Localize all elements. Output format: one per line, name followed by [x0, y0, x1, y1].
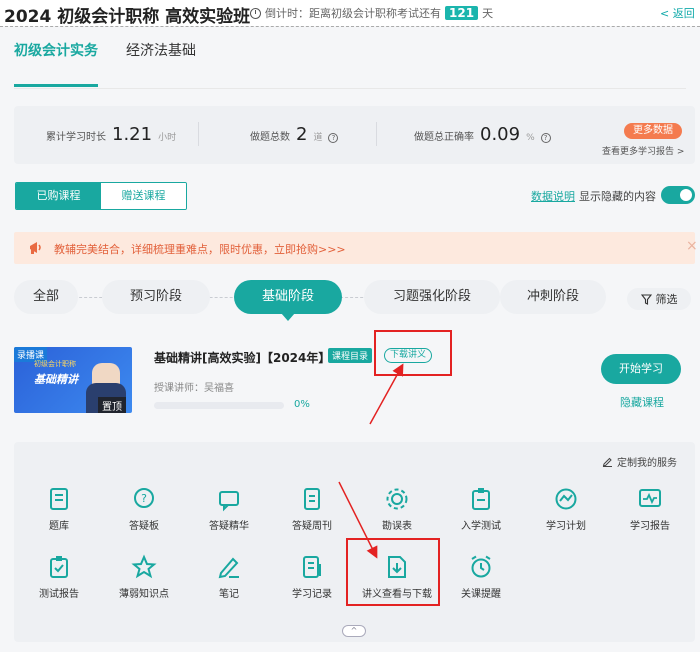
notes-icon — [218, 557, 239, 579]
clock-icon — [250, 7, 261, 19]
megaphone-icon — [30, 242, 41, 254]
edit-icon — [602, 457, 612, 467]
promo-text: 教辅完美结合，详细梳理重难点，限时优惠，立即抢购>>> — [54, 243, 346, 256]
lecturer-info: 授课讲师：吴福喜 — [154, 383, 234, 394]
hide-course-link[interactable]: 隐藏课程 — [620, 394, 664, 410]
tab-economic-law[interactable]: 经济法基础 — [126, 38, 196, 86]
more-reports-link[interactable]: 查看更多学习报告 > — [602, 144, 684, 157]
stage-sprint[interactable]: 冲刺阶段 — [500, 280, 606, 314]
course-reminder-icon — [471, 555, 491, 578]
countdown-days: 121 — [445, 6, 479, 20]
service-question-bank[interactable]: 题库 — [17, 486, 101, 536]
stage-basic[interactable]: 基础阶段 — [234, 280, 342, 321]
help-icon[interactable]: ? — [540, 133, 551, 143]
filter-button[interactable]: 筛选 — [627, 288, 691, 310]
service-course-reminder[interactable]: 关课提醒 — [439, 554, 523, 604]
errata-icon — [386, 488, 408, 510]
question-bank-icon — [50, 488, 68, 510]
stat-study-time: 累计学习时长 1.21 小时 — [46, 124, 177, 145]
stat-divider — [376, 122, 377, 146]
stage-exercise[interactable]: 习题强化阶段 — [364, 280, 500, 314]
progress-percent: 0% — [294, 399, 310, 410]
course-type-toggle: 已购课程 赠送课程 — [15, 182, 187, 210]
annotation-highlight-box — [374, 330, 452, 376]
exam-countdown: 倒计时：距离初级会计职称考试还有 121 天 — [250, 5, 493, 21]
promo-banner[interactable]: 教辅完美结合，详细梳理重难点，限时优惠，立即抢购>>> × — [14, 232, 698, 264]
service-errata[interactable]: 勘误表 — [355, 486, 439, 536]
page-title: 2024 初级会计职称 高效实验班 — [4, 7, 251, 27]
start-learning-button[interactable]: 开始学习 — [601, 354, 681, 384]
countdown-unit: 天 — [482, 7, 494, 20]
test-report-icon — [50, 556, 68, 578]
qa-weekly-icon — [304, 488, 320, 510]
service-study-plan[interactable]: 学习计划 — [524, 486, 608, 536]
back-link[interactable]: < 返回 — [660, 5, 695, 21]
stage-filter: 全部 预习阶段 基础阶段 习题强化阶段 冲刺阶段 — [14, 280, 654, 321]
tabs-divider — [14, 88, 686, 89]
stage-all[interactable]: 全部 — [14, 280, 78, 314]
service-test-report[interactable]: 测试报告 — [17, 554, 101, 604]
thumbnail-title: 基础精讲 — [34, 373, 78, 386]
study-stats-card: 累计学习时长 1.21 小时 做题总数 2 道 ? 做题总正确率 0.09 % … — [14, 106, 695, 164]
stat-divider — [198, 122, 199, 146]
stat-accuracy: 做题总正确率 0.09 % ? — [414, 124, 551, 145]
thumbnail-subtitle: 初级会计职称 — [34, 360, 76, 368]
more-data-button[interactable]: 更多数据 — [624, 123, 682, 139]
qa-essence-icon — [219, 491, 239, 512]
customize-services-link[interactable]: 定制我的服务 — [602, 454, 677, 469]
top-bar: 2024 初级会计职称 高效实验班 倒计时：距离初级会计职称考试还有 121 天… — [0, 0, 700, 27]
qa-board-icon: ? — [134, 488, 154, 508]
service-notes[interactable]: 笔记 — [187, 554, 271, 604]
service-study-report[interactable]: 学习报告 — [608, 486, 692, 536]
data-note-link[interactable]: 数据说明 — [531, 188, 575, 204]
stat-question-count: 做题总数 2 道 ? — [250, 124, 339, 145]
course-card: 录播课 初级会计职称 基础精讲 置顶 基础精讲[高效实验]【2024年】 课程目… — [14, 330, 695, 428]
service-qa-board[interactable]: ? 答疑板 — [102, 486, 186, 536]
annotation-highlight-box — [346, 538, 440, 606]
filter-label: 筛选 — [655, 293, 678, 306]
close-icon[interactable]: × — [686, 238, 698, 254]
course-catalog-button[interactable]: 课程目录 — [328, 348, 373, 363]
pin-tag: 置顶 — [98, 397, 126, 413]
filter-icon — [640, 293, 652, 305]
help-icon[interactable]: ? — [328, 133, 339, 143]
service-study-record[interactable]: 学习记录 — [270, 554, 354, 604]
course-progress-bar — [154, 402, 284, 409]
study-record-icon — [303, 556, 321, 578]
course-thumbnail[interactable]: 录播课 初级会计职称 基础精讲 置顶 — [14, 347, 132, 413]
services-panel: 定制我的服务 题库 ? 答疑板 答疑精华 答疑周刊 勘误表 入学测试 学习计划 … — [14, 442, 695, 642]
service-entrance-test[interactable]: 入学测试 — [439, 486, 523, 536]
svg-text:?: ? — [141, 492, 147, 505]
weak-points-icon — [131, 554, 157, 579]
show-hidden-toggle[interactable] — [661, 186, 695, 204]
gift-courses-tab[interactable]: 赠送课程 — [101, 183, 186, 209]
entrance-test-icon — [472, 488, 490, 510]
service-qa-essence[interactable]: 答疑精华 — [187, 486, 271, 536]
show-hidden-label: 显示隐藏的内容 — [579, 190, 656, 203]
purchased-courses-tab[interactable]: 已购课程 — [16, 183, 101, 209]
service-weak-points[interactable]: 薄弱知识点 — [102, 554, 186, 604]
subject-tabs: 初级会计实务 经济法基础 — [14, 38, 196, 88]
collapse-button[interactable]: ^ — [342, 625, 366, 637]
service-qa-weekly[interactable]: 答疑周刊 — [270, 486, 354, 536]
countdown-label: 倒计时：距离初级会计职称考试还有 — [265, 7, 441, 20]
study-plan-icon — [555, 488, 577, 510]
tab-accounting-practice[interactable]: 初级会计实务 — [14, 38, 98, 87]
stage-preview[interactable]: 预习阶段 — [102, 280, 210, 314]
study-report-icon — [639, 489, 661, 507]
course-title[interactable]: 基础精讲[高效实验]【2024年】 — [154, 349, 330, 366]
